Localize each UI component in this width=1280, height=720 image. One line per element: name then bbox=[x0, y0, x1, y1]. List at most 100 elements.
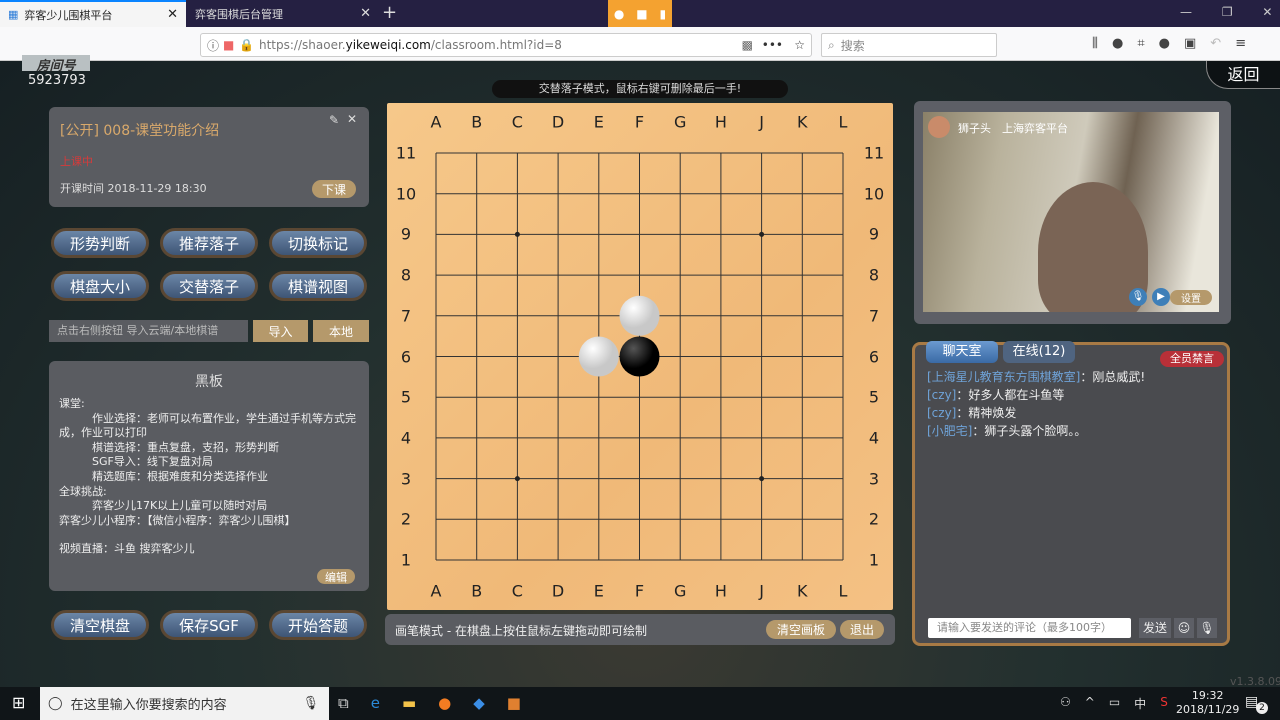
board-coordinate-label: 5 bbox=[400, 387, 412, 407]
go-app-icon[interactable]: ■ bbox=[507, 694, 521, 712]
star-point bbox=[514, 231, 520, 237]
blackboard-line: 棋谱选择：重点复盘，支招，形势判断 bbox=[59, 440, 279, 454]
exit-drawing-button[interactable]: 退出 bbox=[840, 620, 884, 639]
situation-judgement-button[interactable]: 形势判断 bbox=[51, 228, 149, 258]
edit-blackboard-button[interactable]: 编辑 bbox=[317, 569, 355, 584]
chat-message: [上海星儿教育东方围棋教室]：刚总威武! bbox=[927, 368, 1223, 386]
chat-user[interactable]: [czy] bbox=[927, 406, 956, 420]
time: 19:32 bbox=[1191, 689, 1224, 702]
board-coordinate-label: A bbox=[430, 112, 442, 132]
bookmark-star-icon[interactable]: ☆ bbox=[794, 38, 805, 52]
windows-taskbar: ⊞ ◯ 在这里输入你要搜索的内容 🎙 ⧉ e ▬ ● ◆ ■ ⚇ ^ ▭ 中 S 19:32 2018/… bbox=[0, 687, 1280, 720]
end-class-button[interactable]: 下课 bbox=[312, 180, 356, 198]
date: 2018/11/29 bbox=[1176, 703, 1240, 716]
board-coordinate-label: J bbox=[759, 112, 764, 132]
new-tab-icon[interactable]: + bbox=[382, 2, 397, 23]
app-icon[interactable]: ◆ bbox=[473, 694, 485, 712]
taskbar-search-input[interactable]: ◯ 在这里输入你要搜索的内容 🎙 bbox=[40, 687, 329, 720]
url-path: /classroom.html?id=8 bbox=[430, 38, 562, 52]
task-view-icon[interactable]: ⧉ bbox=[338, 694, 349, 712]
blackboard-line bbox=[59, 528, 359, 542]
board-coordinate-label: C bbox=[511, 112, 523, 132]
board-coordinate-label: A bbox=[430, 581, 442, 601]
show-hidden-icon[interactable]: ^ bbox=[1085, 695, 1095, 712]
close-icon[interactable]: ✕ bbox=[347, 112, 357, 126]
send-button[interactable]: 发送 bbox=[1139, 618, 1171, 638]
firefox-icon[interactable]: ● bbox=[438, 694, 451, 712]
browser-search-input[interactable]: ⌕ 搜索 bbox=[821, 33, 997, 57]
extension-icon[interactable]: ● bbox=[1112, 36, 1123, 51]
avatar bbox=[928, 116, 950, 138]
file-explorer-icon[interactable]: ▬ bbox=[402, 694, 416, 712]
url-bar[interactable]: ⓘ ■ 🔒 https://shaoer. yikeweiqi.com/class… bbox=[200, 33, 812, 57]
alternate-moves-button[interactable]: 交替落子 bbox=[160, 271, 258, 301]
board-coordinate-label: 9 bbox=[868, 224, 880, 244]
class-info-panel: [公开] 008-课堂功能介绍 ✎ ✕ 上课中 开课时间 2018-11-29 … bbox=[49, 107, 369, 207]
library-icon[interactable]: ⫼ bbox=[1092, 36, 1098, 51]
go-board[interactable]: A A B B C C D D E E F F G G H H J J K K L L 11 11 10 10 9 9 8 8 7 7 6 6 5 5… bbox=[387, 103, 893, 610]
media-sharing-indicator[interactable]: ● ■ ▮ bbox=[608, 0, 672, 27]
star-point bbox=[514, 476, 520, 482]
close-tab-icon[interactable]: ✕ bbox=[360, 6, 371, 21]
blackboard-line: 全球挑战: bbox=[59, 484, 107, 498]
start-quiz-button[interactable]: 开始答题 bbox=[269, 610, 367, 640]
board-coordinate-label: G bbox=[673, 112, 687, 132]
ime-indicator[interactable]: 中 bbox=[1134, 695, 1146, 712]
board-coordinate-label: 5 bbox=[868, 387, 880, 407]
board-coordinate-label: F bbox=[634, 112, 645, 132]
edit-icon[interactable]: ✎ bbox=[329, 113, 339, 127]
voice-icon[interactable]: 🎙 bbox=[1197, 618, 1217, 638]
back-button[interactable]: 返回 bbox=[1206, 61, 1280, 89]
notification-count: 2 bbox=[1256, 702, 1268, 714]
tab-chat-room[interactable]: 聊天室 bbox=[926, 341, 998, 363]
chat-text: ：狮子头露个脸啊。。 bbox=[972, 424, 1087, 438]
windows-start-icon[interactable]: ⊞ bbox=[12, 693, 25, 712]
board-coordinate-label: 11 bbox=[395, 143, 417, 163]
sogou-icon[interactable]: S bbox=[1160, 695, 1168, 712]
more-icon[interactable]: ••• bbox=[762, 38, 783, 52]
room-label: 房间号 bbox=[22, 55, 90, 74]
toggle-marks-button[interactable]: 切换标记 bbox=[269, 228, 367, 258]
import-button[interactable]: 导入 bbox=[253, 320, 308, 342]
recommend-move-button[interactable]: 推荐落子 bbox=[160, 228, 258, 258]
chat-user[interactable]: [小肥宅] bbox=[927, 424, 972, 438]
microphone-icon[interactable]: 🎙 bbox=[1129, 288, 1147, 306]
qr-code-icon[interactable]: ▩ bbox=[742, 38, 753, 52]
video-settings-button[interactable]: 设置 bbox=[1170, 290, 1212, 305]
people-icon[interactable]: ⚇ bbox=[1060, 695, 1071, 712]
chat-icon[interactable]: ● bbox=[1159, 36, 1170, 51]
local-button[interactable]: 本地 bbox=[313, 320, 369, 342]
chat-user[interactable]: [czy] bbox=[927, 388, 956, 402]
mute-all-button[interactable]: 全员禁言 bbox=[1160, 351, 1224, 367]
edge-icon[interactable]: e bbox=[371, 694, 380, 712]
clear-board-button[interactable]: 清空棋盘 bbox=[51, 610, 149, 640]
clear-drawing-button[interactable]: 清空画板 bbox=[766, 620, 836, 639]
board-size-button[interactable]: 棋盘大小 bbox=[51, 271, 149, 301]
close-tab-icon[interactable]: ✕ bbox=[167, 7, 178, 22]
emoji-icon[interactable]: ☺ bbox=[1174, 618, 1194, 638]
menu-icon[interactable]: ≡ bbox=[1235, 36, 1246, 51]
crop-icon[interactable]: ⌗ bbox=[1137, 36, 1144, 51]
room-number: 5923793 bbox=[28, 73, 86, 88]
star-point bbox=[759, 476, 765, 482]
tab-online[interactable]: 在线(12) bbox=[1003, 341, 1075, 363]
taskbar-apps: ⧉ e ▬ ● ◆ ■ bbox=[338, 694, 521, 712]
game-record-view-button[interactable]: 棋谱视图 bbox=[269, 271, 367, 301]
window-controls[interactable]: — ❐ ✕ bbox=[1180, 5, 1272, 19]
tab-yike-kids[interactable]: ▦ 弈客少儿围棋平台 ✕ bbox=[0, 0, 186, 27]
camera-icon[interactable]: ▶ bbox=[1152, 288, 1170, 306]
sidebar-icon[interactable]: ▣ bbox=[1184, 36, 1196, 51]
undo-icon[interactable]: ↶ bbox=[1210, 36, 1221, 51]
class-status: 上课中 bbox=[60, 155, 93, 168]
clock[interactable]: 19:32 2018/11/29 bbox=[1176, 689, 1239, 717]
classroom-page: 房间号 5923793 交替落子模式，鼠标右键可删除最后一手! 返回 [公开] … bbox=[0, 55, 1280, 688]
board-coordinate-label: 9 bbox=[400, 224, 412, 244]
save-sgf-button[interactable]: 保存SGF bbox=[160, 610, 258, 640]
mic-icon[interactable]: 🎙 bbox=[302, 696, 319, 711]
battery-icon: ▭ bbox=[1108, 695, 1121, 709]
chat-user[interactable]: [上海星儿教育东方围棋教室] bbox=[927, 370, 1080, 384]
blackboard-line: 弈客少儿小程序：【微信小程序：弈客少儿围棋】 bbox=[59, 513, 296, 527]
chat-input[interactable]: 请输入要发送的评论（最多100字） bbox=[928, 618, 1131, 638]
import-record-input[interactable]: 点击右侧按钮 导入云端/本地棋谱 bbox=[49, 320, 248, 342]
tab-admin[interactable]: 弈客围棋后台管理 ✕ bbox=[187, 0, 379, 27]
